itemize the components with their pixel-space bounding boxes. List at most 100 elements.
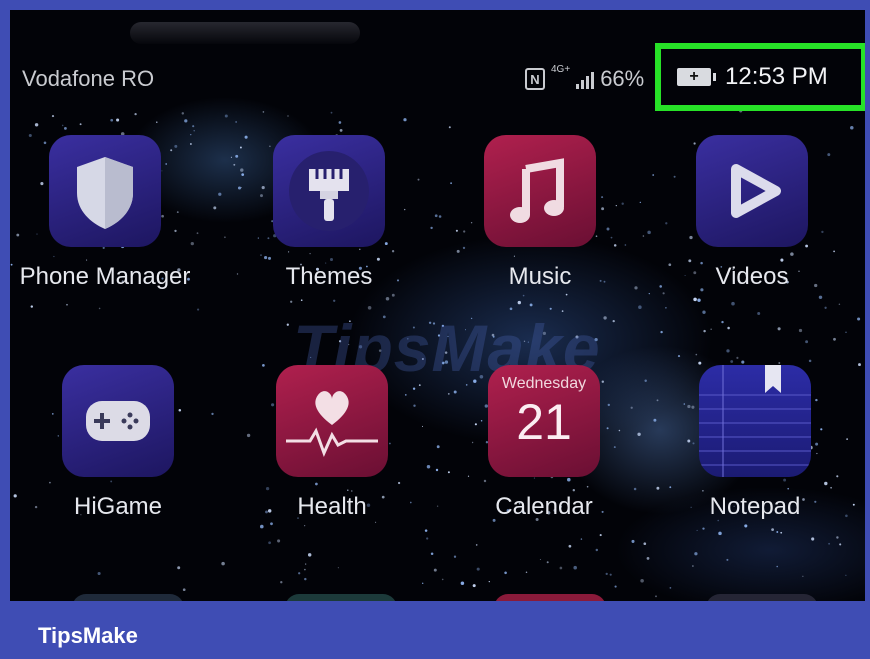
wallpaper-star: [193, 129, 195, 132]
wallpaper-star: [845, 514, 848, 518]
wallpaper-star: [777, 327, 781, 331]
app-label: Notepad: [709, 493, 801, 520]
wallpaper-star: [280, 581, 283, 584]
heart-pulse-icon: [276, 365, 388, 477]
wallpaper-star: [660, 330, 663, 334]
wallpaper-star: [656, 399, 659, 402]
wallpaper-star: [710, 328, 712, 330]
wallpaper-star: [441, 578, 444, 581]
wallpaper-star: [444, 351, 448, 354]
wallpaper-star: [614, 585, 617, 588]
wallpaper-star: [811, 537, 815, 541]
wallpaper-star: [333, 299, 336, 302]
wallpaper-star: [436, 505, 439, 507]
wallpaper-star: [642, 235, 645, 237]
calendar-icon: Wednesday 21: [488, 365, 600, 477]
wallpaper-star: [447, 393, 450, 395]
wallpaper-star: [30, 305, 33, 308]
wallpaper-star: [517, 300, 521, 305]
app-icon-partial[interactable]: [285, 594, 397, 601]
wallpaper-star: [525, 571, 528, 574]
wallpaper-star: [857, 317, 861, 321]
app-health[interactable]: Health: [242, 365, 422, 521]
wallpaper-star: [529, 303, 533, 307]
app-higame[interactable]: HiGame: [28, 365, 208, 521]
wallpaper-star: [421, 582, 424, 585]
wallpaper-star: [653, 418, 657, 422]
wallpaper-star: [565, 293, 568, 296]
wallpaper-star: [726, 558, 729, 561]
wallpaper-star: [197, 308, 200, 311]
wallpaper-star: [646, 557, 650, 560]
wallpaper-star: [836, 536, 839, 539]
wallpaper-star: [430, 226, 433, 230]
wallpaper-star: [235, 154, 239, 158]
wallpaper-star: [434, 214, 438, 218]
wallpaper-star: [337, 567, 339, 569]
wallpaper-star: [504, 571, 507, 575]
wallpaper-star: [731, 301, 735, 306]
wallpaper-star: [382, 315, 386, 319]
app-icon-partial[interactable]: [72, 594, 184, 601]
wallpaper-star: [542, 331, 546, 335]
status-icons: N 4G+ 66%: [525, 64, 645, 92]
app-icon-partial[interactable]: [494, 594, 606, 601]
wallpaper-star: [721, 320, 724, 324]
wallpaper-star: [639, 201, 641, 204]
wallpaper-star: [509, 307, 513, 311]
wallpaper-star: [221, 561, 225, 566]
wallpaper-star: [196, 232, 199, 235]
signal-icon: [576, 69, 595, 89]
wallpaper-star: [428, 321, 432, 325]
wallpaper-star: [277, 539, 281, 543]
wallpaper-star: [741, 360, 745, 364]
wallpaper-star: [426, 465, 431, 469]
wallpaper-star: [438, 215, 442, 218]
wallpaper-star: [718, 531, 722, 536]
battery-percent: 66%: [600, 66, 645, 91]
wallpaper-star: [573, 565, 577, 570]
wallpaper-star: [488, 580, 490, 583]
app-themes[interactable]: Themes: [239, 135, 419, 291]
wallpaper-star: [845, 574, 847, 576]
nfc-icon: N: [525, 68, 545, 90]
wallpaper-star: [430, 552, 434, 556]
wallpaper-star: [464, 329, 467, 331]
wallpaper-star: [437, 334, 441, 337]
app-notepad[interactable]: Notepad: [665, 365, 845, 521]
wallpaper-star: [213, 206, 217, 210]
wallpaper-star: [669, 587, 672, 589]
calendar-day: 21: [516, 394, 572, 450]
wallpaper-star: [233, 163, 236, 166]
wallpaper-star: [260, 524, 264, 529]
wallpaper-star: [805, 340, 809, 344]
wallpaper-star: [426, 537, 429, 540]
app-videos[interactable]: Videos: [662, 135, 842, 291]
wallpaper-star: [702, 310, 706, 314]
wallpaper-star: [268, 541, 271, 545]
wallpaper-star: [839, 543, 842, 546]
footer-banner: TipsMake: [0, 601, 870, 659]
wallpaper-star: [270, 522, 273, 526]
app-phone-manager[interactable]: Phone Manager: [15, 135, 195, 291]
wallpaper-star: [802, 575, 804, 577]
wallpaper-star: [776, 565, 778, 568]
wallpaper-star: [290, 300, 293, 303]
wallpaper-star: [441, 324, 445, 328]
wallpaper-star: [470, 317, 473, 320]
wallpaper-star: [348, 343, 350, 346]
wallpaper-star: [447, 335, 449, 337]
wallpaper-star: [736, 356, 739, 359]
app-calendar[interactable]: Wednesday 21 Calendar: [454, 365, 634, 521]
wallpaper-star: [697, 298, 701, 302]
wallpaper-star: [845, 331, 847, 333]
wallpaper-star: [631, 539, 635, 543]
app-music[interactable]: Music: [450, 135, 630, 291]
wallpaper-star: [378, 349, 382, 352]
wallpaper-star: [66, 303, 68, 306]
wallpaper-star: [730, 360, 734, 363]
wallpaper-star: [406, 337, 409, 340]
app-label: Health: [297, 493, 367, 520]
wallpaper-star: [10, 263, 13, 266]
app-icon-partial[interactable]: [706, 594, 818, 601]
